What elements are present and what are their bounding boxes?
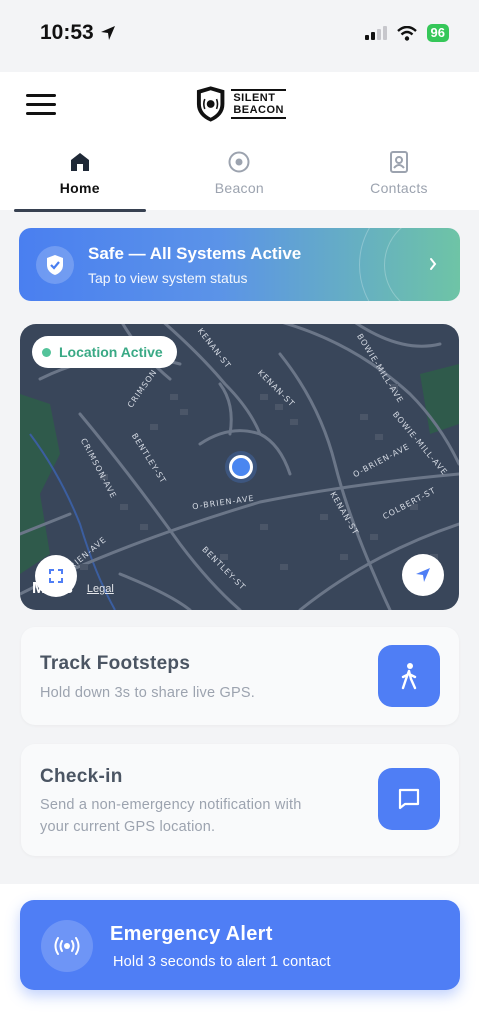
check-in-card: Check-in Send a non-emergency notificati…	[21, 744, 459, 856]
battery-indicator: 96	[426, 24, 449, 42]
check-in-title: Check-in	[40, 766, 123, 787]
user-location-marker	[229, 455, 253, 479]
track-footsteps-subtitle: Hold down 3s to share live GPS.	[40, 685, 255, 701]
status-bar: 10:53 96	[0, 0, 479, 72]
walking-person-icon	[401, 663, 417, 690]
maps-logo: Maps	[32, 580, 73, 597]
track-footsteps-card: Track Footsteps Hold down 3s to share li…	[21, 627, 459, 725]
tab-contacts[interactable]: Contacts	[319, 146, 479, 210]
tab-home[interactable]: Home	[0, 146, 160, 212]
legal-link[interactable]: Legal	[87, 583, 114, 595]
system-status-banner[interactable]: Safe — All Systems Active Tap to view sy…	[19, 228, 460, 301]
location-map[interactable]: KENAN-ST KENAN-ST KENAN-ST CRIMSON BOWIE…	[20, 324, 459, 610]
check-in-subtitle-line2: your current GPS location.	[40, 819, 216, 835]
banner-text: Safe — All Systems Active Tap to view sy…	[88, 244, 301, 286]
track-footsteps-button[interactable]	[378, 645, 440, 707]
status-time: 10:53	[40, 21, 116, 45]
maps-credit: Maps Legal	[32, 580, 114, 598]
tab-bar: Home Beacon Contacts	[0, 146, 479, 212]
signal-icon	[364, 26, 387, 40]
navigation-arrow-icon	[416, 568, 430, 582]
app-logo: SILENT BEACON	[194, 82, 286, 126]
message-icon	[398, 788, 420, 810]
emergency-alert-title: Emergency Alert	[110, 923, 273, 945]
logo-line1: SILENT	[233, 92, 276, 104]
shield-check-icon	[36, 245, 74, 284]
location-arrow-icon	[100, 26, 115, 40]
contacts-icon	[389, 151, 408, 173]
hamburger-icon-line	[26, 112, 56, 115]
banner-decoration	[384, 228, 460, 301]
tab-contacts-label: Contacts	[370, 180, 428, 196]
check-in-subtitle: Send a non-emergency notification with y…	[40, 794, 302, 838]
recenter-button[interactable]	[402, 554, 444, 596]
emergency-alert-button[interactable]: Emergency Alert Hold 3 seconds to alert …	[20, 900, 460, 990]
banner-subtitle: Tap to view system status	[88, 269, 248, 286]
broadcast-icon	[41, 920, 93, 972]
tab-beacon-label: Beacon	[214, 180, 265, 196]
tab-beacon[interactable]: Beacon	[160, 146, 320, 210]
beacon-icon	[228, 151, 250, 173]
emergency-alert-subtitle: Hold 3 seconds to alert 1 contact	[113, 954, 331, 970]
home-icon	[70, 153, 89, 171]
location-active-label: Location Active	[59, 344, 163, 360]
clock-text: 10:53	[40, 21, 94, 44]
status-icons: 96	[364, 24, 449, 42]
wifi-icon	[396, 25, 417, 41]
location-active-pill: Location Active	[32, 336, 177, 368]
check-in-subtitle-line1: Send a non-emergency notification with	[40, 797, 302, 813]
menu-button[interactable]	[26, 94, 56, 116]
shield-logo-icon	[196, 86, 225, 122]
logo-text: SILENT BEACON	[231, 89, 286, 119]
track-footsteps-title: Track Footsteps	[40, 653, 191, 674]
app-header: SILENT BEACON Home Beacon Contacts	[0, 72, 479, 212]
banner-title: Safe — All Systems Active	[88, 243, 302, 263]
hamburger-icon	[26, 94, 56, 97]
chevron-right-icon	[430, 258, 437, 270]
tab-home-label: Home	[59, 180, 100, 196]
logo-line2: BEACON	[233, 104, 284, 116]
status-dot	[42, 347, 51, 357]
hamburger-icon-line	[26, 103, 56, 106]
check-in-button[interactable]	[378, 768, 440, 830]
